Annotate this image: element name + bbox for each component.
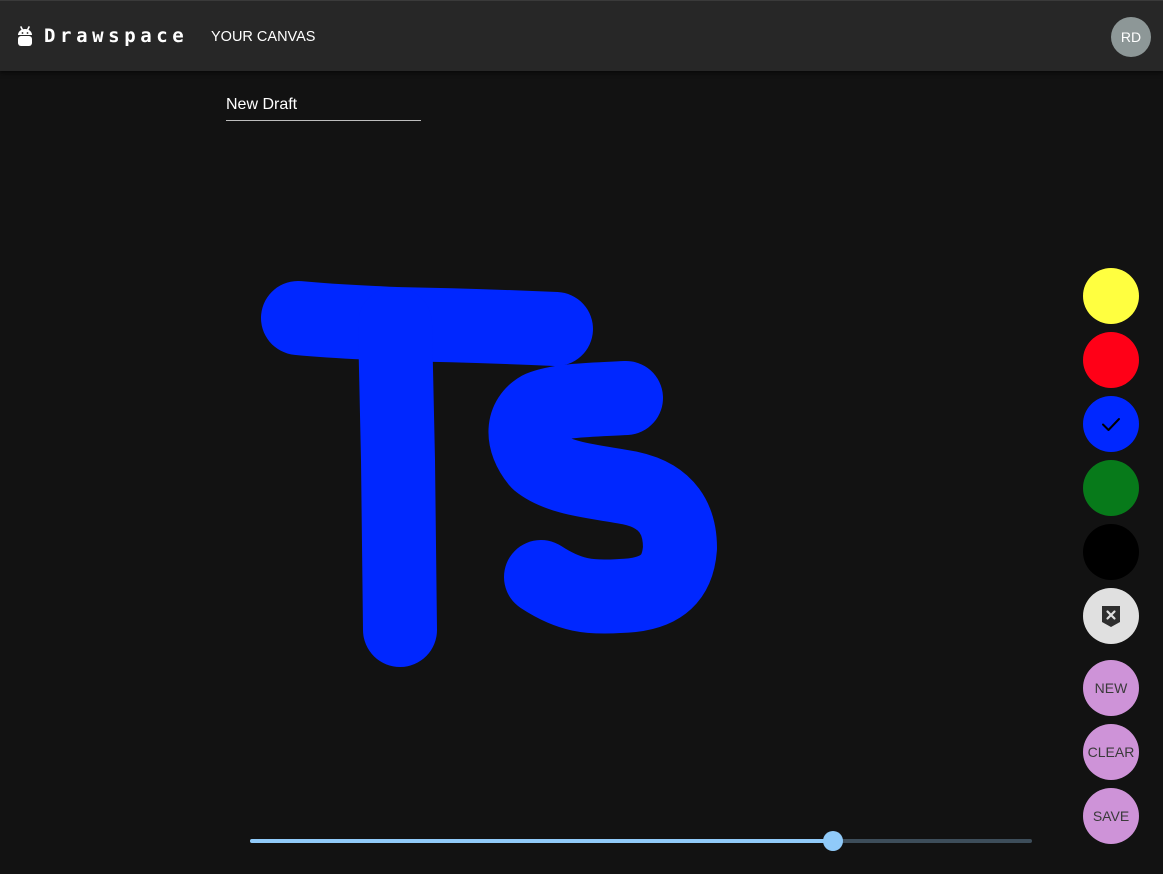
color-swatch-blue[interactable]	[1083, 396, 1139, 452]
drawing-canvas[interactable]	[226, 140, 1046, 800]
android-logo-icon	[18, 26, 32, 46]
app-brand-name[interactable]: Drawspace	[44, 25, 188, 47]
slider-track	[250, 839, 829, 843]
drawn-strokes	[261, 281, 717, 667]
color-swatch-black[interactable]	[1083, 524, 1139, 580]
check-icon	[1102, 418, 1120, 431]
new-button[interactable]: NEW	[1083, 660, 1139, 716]
user-avatar[interactable]: RD	[1111, 17, 1151, 57]
stroke-s	[488, 361, 717, 634]
app-bar: Drawspace YOUR CANVAS RD	[0, 0, 1163, 71]
slider-thumb[interactable]	[822, 831, 843, 851]
brush-size-slider[interactable]	[250, 826, 1032, 856]
save-button[interactable]: SAVE	[1083, 788, 1139, 844]
color-swatch-red[interactable]	[1083, 332, 1139, 388]
your-canvas-link[interactable]: YOUR CANVAS	[211, 28, 315, 46]
drawing-title-field	[226, 92, 421, 121]
color-swatch-green[interactable]	[1083, 460, 1139, 516]
clear-button[interactable]: CLEAR	[1083, 724, 1139, 780]
eraser-icon	[1102, 606, 1120, 627]
color-swatch-yellow[interactable]	[1083, 268, 1139, 324]
eraser-button[interactable]	[1083, 588, 1139, 644]
stroke-t-stem	[358, 287, 437, 667]
drawing-title-input[interactable]	[226, 94, 421, 116]
